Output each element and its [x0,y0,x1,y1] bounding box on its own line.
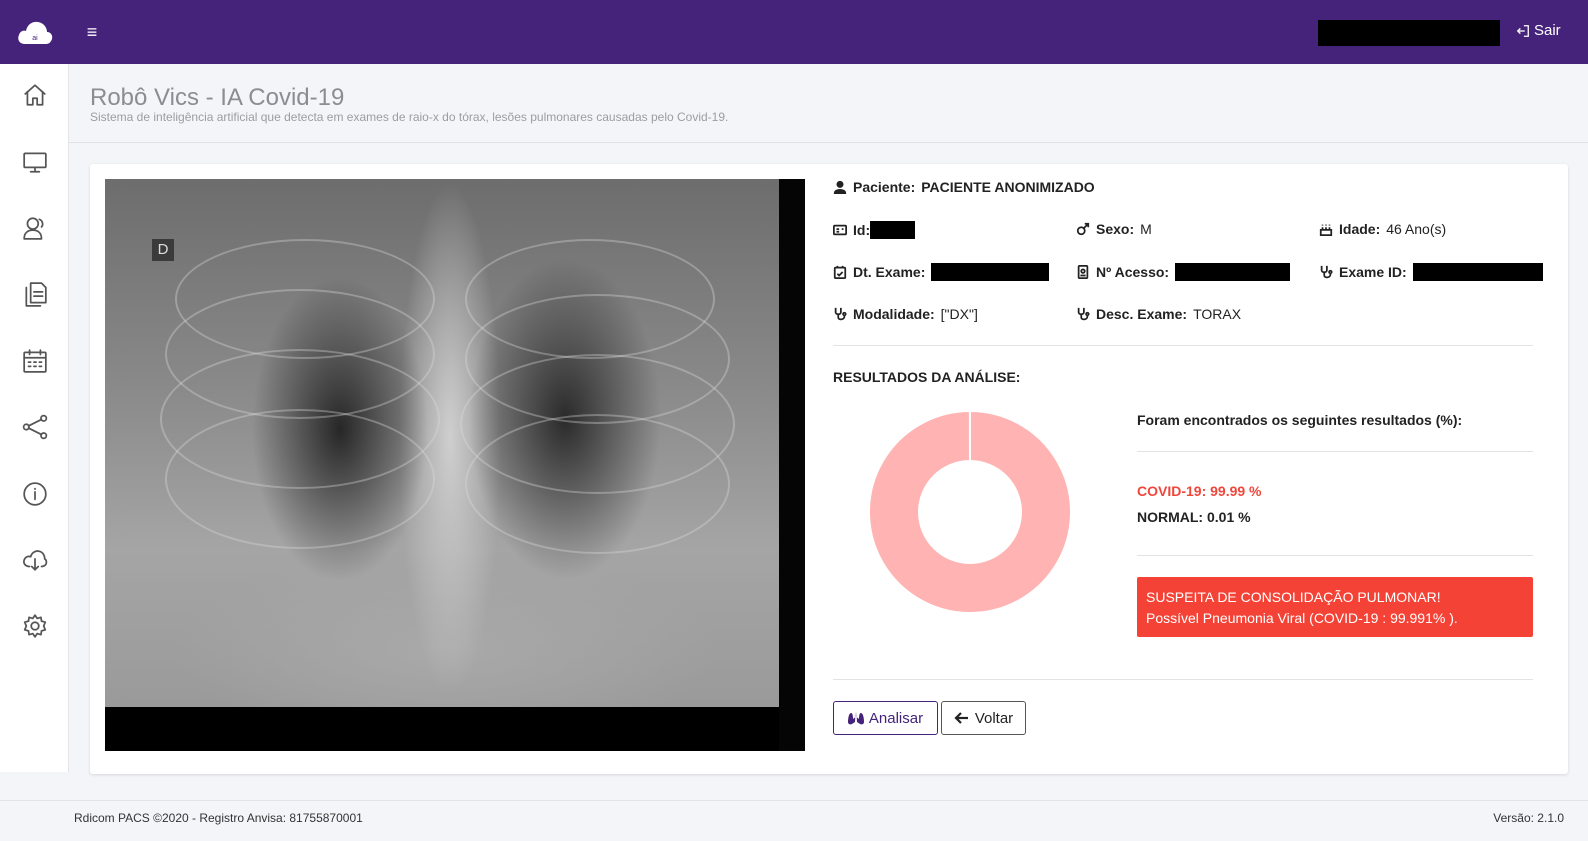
exame-id-label: Exame ID: [1339,264,1407,280]
divider [1137,451,1533,452]
cloud-download-icon [22,550,47,571]
logout-button[interactable]: Sair [1516,22,1561,39]
acesso-label: Nº Acesso: [1096,264,1170,280]
alert-line-1: SUSPEITA DE CONSOLIDAÇÃO PULMONAR! [1146,589,1441,605]
patient-label: Paciente: [853,179,916,195]
users-icon [22,217,43,240]
exame-id-value-redacted [1412,263,1543,281]
cloud-logo-icon[interactable]: ai [16,18,54,46]
idade-value: 46 Ano(s) [1386,221,1447,237]
xray-rib [165,409,435,549]
sidebar [0,64,69,772]
page-title: Robô Vics - IA Covid-19 [90,84,345,111]
files-icon [24,282,47,307]
id-label: Id: [853,222,871,238]
sidebar-item-settings[interactable] [0,606,69,646]
xray-rib [465,414,730,554]
idade-row: Idade: 46 Ano(s) [1319,221,1446,237]
result-covid: COVID-19: 99.99 % [1137,483,1262,499]
sexo-label: Sexo: [1096,221,1135,237]
gear-icon [23,614,46,638]
id-value-redacted [870,221,916,239]
page-subtitle: Sistema de inteligência artificial que d… [90,110,729,124]
result-normal: NORMAL: 0.01 % [1137,509,1251,525]
patient-id-row: Id: [833,221,916,239]
modalidade-label: Modalidade: [853,306,935,322]
modalidade-row: Modalidade: ["DX"] [833,306,978,322]
lungs-icon [847,711,864,725]
analisar-button[interactable]: Analisar [833,701,938,735]
divider [833,679,1533,680]
idade-label: Idade: [1339,221,1381,237]
xray-image[interactable]: D [105,179,805,751]
stethoscope-icon [834,307,847,321]
cake-icon [1319,224,1333,236]
sexo-row: Sexo: M [1076,221,1152,237]
stethoscope-icon [1320,265,1333,279]
info-icon [22,482,47,506]
id-card-icon [833,224,847,236]
logout-icon [1516,24,1529,37]
page-header: Robô Vics - IA Covid-19 Sistema de intel… [69,64,1588,143]
sidebar-item-cloud-download[interactable] [0,540,69,580]
calendar-icon [22,349,47,373]
user-icon [833,180,847,194]
footer-copyright: Rdicom PACS ©2020 - Registro Anvisa: 817… [74,811,363,825]
id-badge-icon [1077,265,1089,279]
svg-text:ai: ai [32,35,38,42]
suspicion-alert: SUSPEITA DE CONSOLIDAÇÃO PULMONAR! Possí… [1137,577,1533,637]
xray-side-marker: D [152,239,174,261]
desc-exame-label: Desc. Exame: [1096,306,1188,322]
share-icon [22,414,47,440]
alert-line-2: Possível Pneumonia Viral (COVID-19 : 99.… [1146,610,1458,626]
monitor-icon [22,152,47,173]
voltar-label: Voltar [974,709,1014,727]
top-bar: ai ≡ Sair [0,0,1588,64]
arrow-left-icon [954,712,968,724]
patient-name: PACIENTE ANONIMIZADO [921,179,1095,195]
results-donut-chart [868,410,1072,614]
dt-exame-row: Dt. Exame: [833,263,1050,281]
donut-hole [918,460,1022,564]
acesso-row: Nº Acesso: [1076,263,1291,281]
logout-label: Sair [1534,22,1561,39]
results-title: RESULTADOS DA ANÁLISE: [833,369,1021,385]
sidebar-item-users[interactable] [0,208,69,248]
desc-exame-row: Desc. Exame: TORAX [1076,306,1241,322]
sidebar-item-monitor[interactable] [0,142,69,182]
analysis-card: D Paciente: PACIENTE ANONIMIZADO Id: Sex… [90,164,1568,774]
divider [833,345,1533,346]
home-icon [23,84,46,106]
gender-icon [1076,222,1090,236]
modalidade-value: ["DX"] [940,306,978,322]
sidebar-item-home[interactable] [0,75,69,115]
stethoscope-icon [1077,307,1090,321]
hamburger-menu-icon[interactable]: ≡ [80,20,104,44]
sidebar-item-info[interactable] [0,474,69,514]
xray-film [105,179,779,707]
xray-film-border [779,179,805,751]
sidebar-item-files[interactable] [0,274,69,314]
sidebar-item-calendar[interactable] [0,341,69,381]
sidebar-item-share[interactable] [0,407,69,447]
voltar-button[interactable]: Voltar [941,701,1026,735]
divider [1137,555,1533,556]
desc-exame-value: TORAX [1193,306,1242,322]
footer: Rdicom PACS ©2020 - Registro Anvisa: 817… [0,800,1588,841]
dt-exame-value-redacted [931,263,1050,281]
user-name-redacted [1318,20,1500,46]
footer-version: Versão: 2.1.0 [1493,811,1564,825]
calendar-check-icon [833,265,847,279]
dt-exame-label: Dt. Exame: [853,264,926,280]
analisar-label: Analisar [868,709,924,727]
patient-name-row: Paciente: PACIENTE ANONIMIZADO [833,179,1095,195]
found-results-title: Foram encontrados os seguintes resultado… [1137,412,1463,428]
sexo-value: M [1140,221,1152,237]
acesso-value-redacted [1175,263,1291,281]
exame-id-row: Exame ID: [1319,263,1543,281]
